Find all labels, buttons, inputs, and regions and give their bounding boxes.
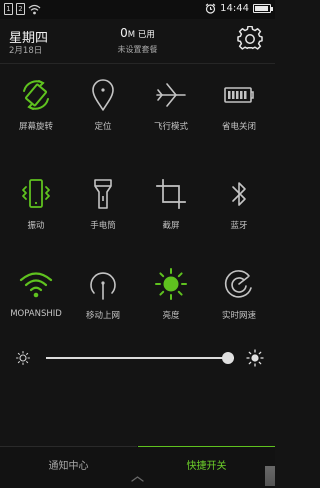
tile-label: 振动	[27, 221, 45, 231]
airplane-icon	[156, 83, 186, 107]
tile-label: 实时网速	[221, 311, 256, 321]
crop-icon	[156, 179, 186, 209]
bluetooth-icon	[232, 182, 246, 206]
tile-wifi[interactable]: MOPANSHID	[2, 253, 70, 338]
tile-mobile-data[interactable]: 移动上网	[69, 253, 137, 338]
tile-label: 屏幕旋转	[18, 122, 53, 132]
status-time: 14:44	[220, 3, 249, 14]
sim-2-number: 2	[18, 5, 23, 13]
brightness-thumb[interactable]	[222, 352, 235, 364]
tile-label: 飞行模式	[153, 122, 188, 132]
tile-power-saving[interactable]: 省电关闭	[205, 64, 273, 149]
brightness-high-icon	[246, 349, 264, 367]
data-usage[interactable]: 0M 已用	[0, 26, 275, 40]
tile-label: 手电筒	[90, 221, 116, 231]
tile-flashlight[interactable]: 手电筒	[69, 163, 137, 248]
tile-label: 定位	[94, 122, 112, 132]
brightness-low-icon	[15, 350, 31, 366]
wifi-icon	[19, 272, 53, 298]
tile-screen-rotation[interactable]: 屏幕旋转	[2, 64, 70, 149]
sim-1-number: 1	[6, 5, 11, 13]
brightness-slider[interactable]	[0, 345, 275, 371]
tab-notification-center[interactable]: 通知中心	[0, 446, 137, 488]
battery-status-icon	[253, 4, 273, 13]
tile-label: 省电关闭	[221, 122, 256, 132]
tile-label: 蓝牙	[230, 221, 248, 231]
tab-quick-settings[interactable]: 快捷开关	[138, 446, 275, 488]
settings-gear-icon[interactable]	[237, 26, 263, 52]
location-pin-icon	[92, 79, 114, 111]
data-usage-unit: M 已用	[127, 30, 155, 40]
alarm-clock-icon	[205, 3, 216, 14]
brightness-track[interactable]	[46, 357, 234, 359]
flashlight-icon	[94, 179, 112, 209]
tile-label: MOPANSHID	[10, 309, 62, 319]
panel-drag-handle-icon[interactable]	[131, 475, 144, 483]
status-bar-left: 1 2	[4, 3, 41, 15]
status-bar: 1 2 14:44	[0, 0, 275, 19]
network-speed-icon	[224, 270, 252, 298]
tile-network-speed[interactable]: 实时网速	[205, 253, 273, 338]
wifi-status-icon	[28, 4, 41, 14]
tile-airplane-mode[interactable]: 飞行模式	[137, 64, 205, 149]
tile-label: 亮度	[162, 311, 180, 321]
vibrate-icon	[22, 179, 50, 208]
battery-icon	[224, 87, 254, 103]
sim-card-1-icon: 1	[4, 3, 13, 15]
mobile-data-icon	[90, 272, 116, 300]
quick-panel-header: 星期四 2月18日 0M 已用 未设置套餐	[0, 19, 275, 63]
data-usage-value: 0	[120, 26, 128, 40]
tab-label: 快捷开关	[186, 461, 227, 472]
tab-label: 通知中心	[48, 461, 89, 472]
tile-screenshot[interactable]: 截屏	[137, 163, 205, 248]
tile-brightness[interactable]: 亮度	[137, 253, 205, 338]
tile-location[interactable]: 定位	[69, 64, 137, 149]
data-plan-label[interactable]: 未设置套餐	[0, 44, 275, 55]
brightness-icon	[155, 268, 187, 300]
watermark-logo	[265, 466, 275, 486]
tile-label: 移动上网	[85, 311, 120, 321]
screen-rotation-icon	[23, 80, 49, 110]
tile-label: 截屏	[162, 221, 180, 231]
tile-vibrate[interactable]: 振动	[2, 163, 70, 248]
status-bar-right: 14:44	[205, 3, 273, 14]
sim-card-2-icon: 2	[16, 3, 25, 15]
tile-bluetooth[interactable]: 蓝牙	[205, 163, 273, 248]
